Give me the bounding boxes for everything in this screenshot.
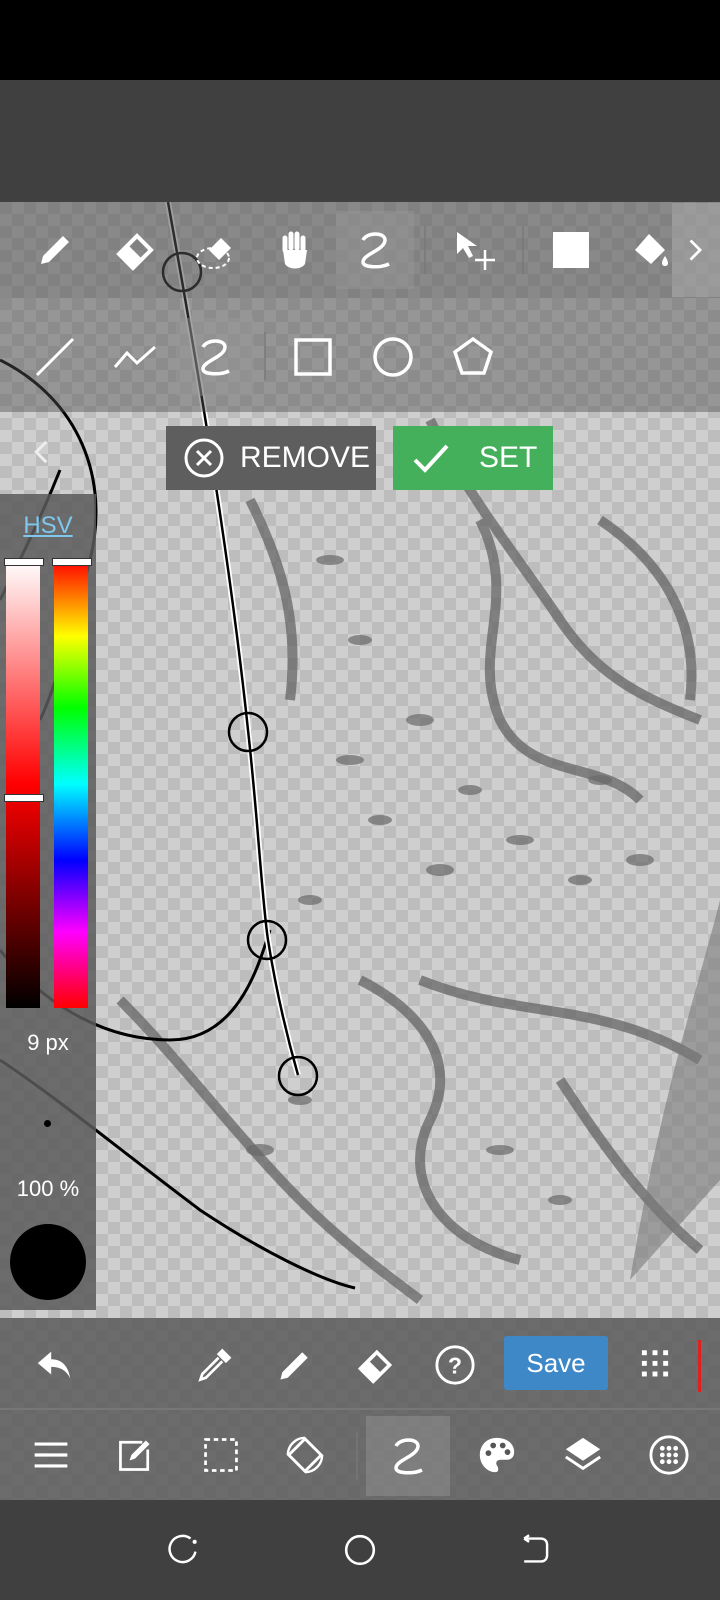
checkmark-icon <box>413 444 449 473</box>
fill-rect-tool[interactable] <box>532 211 610 289</box>
pencil-icon <box>41 236 69 264</box>
brush-size-label[interactable]: 9 px <box>0 1030 96 1056</box>
system-nav-bar <box>0 1500 720 1600</box>
current-tool-button[interactable] <box>366 1416 450 1496</box>
back-button[interactable] <box>510 1526 558 1574</box>
layers-icon <box>565 1437 601 1471</box>
hand-tool[interactable] <box>256 211 334 289</box>
undo-button[interactable] <box>30 1340 80 1390</box>
curve-icon <box>201 339 230 376</box>
fill-rect-icon <box>553 232 589 268</box>
remove-label: REMOVE <box>240 441 371 474</box>
palette-button[interactable] <box>472 1430 522 1480</box>
dashed-rect-icon <box>204 1438 238 1472</box>
toolbar-divider <box>522 226 524 274</box>
line-icon <box>35 337 75 377</box>
recent-apps-button[interactable] <box>160 1526 208 1574</box>
set-label: SET <box>479 441 538 474</box>
selection-button[interactable] <box>196 1430 246 1480</box>
toolbar-scroll-right[interactable] <box>672 203 720 297</box>
toolbar-divider <box>356 1432 358 1480</box>
palette-icon <box>479 1437 515 1473</box>
selection-eraser-tool[interactable] <box>176 211 254 289</box>
saturation-handle[interactable] <box>4 558 44 566</box>
quick-pencil-button[interactable] <box>270 1340 320 1390</box>
app-header <box>0 80 720 202</box>
grid-menu-button[interactable] <box>630 1340 680 1390</box>
grid-dots-icon <box>641 1350 669 1377</box>
pencil-tool[interactable] <box>16 211 94 289</box>
menu-icon <box>34 1442 68 1468</box>
save-button[interactable]: Save <box>504 1336 608 1390</box>
pentagon-icon <box>452 336 494 375</box>
rectangle-icon <box>294 338 332 376</box>
shape-curve-tool[interactable] <box>176 318 254 396</box>
selection-eraser-icon <box>196 238 231 269</box>
value-slider[interactable] <box>6 784 40 1008</box>
color-panel: HSV 9 px 100 % <box>0 494 96 1310</box>
hand-icon <box>282 231 307 269</box>
move-select-tool[interactable] <box>436 211 514 289</box>
fill-bucket-icon <box>635 234 668 266</box>
settings-grid-button[interactable] <box>644 1430 694 1480</box>
hue-slider[interactable] <box>54 560 88 1008</box>
transform-button[interactable] <box>280 1430 330 1480</box>
curve-tool[interactable] <box>336 211 414 289</box>
polyline-tool[interactable] <box>96 318 174 396</box>
status-bar <box>0 0 720 80</box>
rotate-canvas-icon <box>286 1436 324 1474</box>
undo-icon <box>37 1351 71 1379</box>
help-button[interactable]: ? <box>430 1340 480 1390</box>
toolbar-divider <box>424 226 426 274</box>
eyedropper-button[interactable] <box>190 1340 240 1390</box>
collapse-panel-button[interactable] <box>22 432 62 472</box>
recent-apps-icon <box>168 1534 197 1564</box>
edit-button[interactable] <box>110 1430 160 1480</box>
opacity-label[interactable]: 100 % <box>0 1176 96 1202</box>
remove-button[interactable]: REMOVE <box>166 426 376 490</box>
circle-tool[interactable] <box>354 318 432 396</box>
back-icon <box>523 1534 549 1563</box>
rectangle-tool[interactable] <box>274 318 352 396</box>
pencil-icon <box>280 1352 308 1380</box>
polyline-icon <box>113 345 156 368</box>
line-tool[interactable] <box>16 318 94 396</box>
circle-icon <box>373 337 413 377</box>
quick-eraser-button[interactable] <box>350 1340 400 1390</box>
color-mode-link[interactable]: HSV <box>0 512 96 540</box>
close-circle-icon <box>184 438 224 478</box>
eraser-icon <box>357 1349 393 1384</box>
eyedropper-icon <box>198 1348 232 1382</box>
svg-text:?: ? <box>448 1353 462 1379</box>
curve-icon <box>361 232 390 269</box>
move-select-icon <box>457 232 495 270</box>
chevron-right-icon <box>689 239 703 261</box>
hue-handle[interactable] <box>52 558 92 566</box>
layers-button[interactable] <box>558 1430 608 1480</box>
value-handle[interactable] <box>4 794 44 802</box>
color-indicator <box>698 1340 701 1392</box>
brush-size-preview <box>44 1120 51 1127</box>
pentagon-tool[interactable] <box>434 318 512 396</box>
saturation-slider[interactable] <box>6 560 40 784</box>
home-button[interactable] <box>336 1526 384 1574</box>
main-toolbar <box>0 1408 720 1502</box>
chevron-left-icon <box>34 440 48 464</box>
help-icon: ? <box>435 1345 475 1385</box>
menu-button[interactable] <box>26 1430 76 1480</box>
set-button[interactable]: SET <box>393 426 553 490</box>
toolbar-divider <box>264 332 266 380</box>
current-color-swatch[interactable] <box>10 1224 86 1300</box>
eraser-icon <box>116 233 154 271</box>
grid-circle-icon <box>649 1435 689 1475</box>
eraser-tool[interactable] <box>96 211 174 289</box>
edit-icon <box>119 1440 150 1471</box>
home-icon <box>344 1534 376 1566</box>
curve-icon <box>394 1438 423 1475</box>
